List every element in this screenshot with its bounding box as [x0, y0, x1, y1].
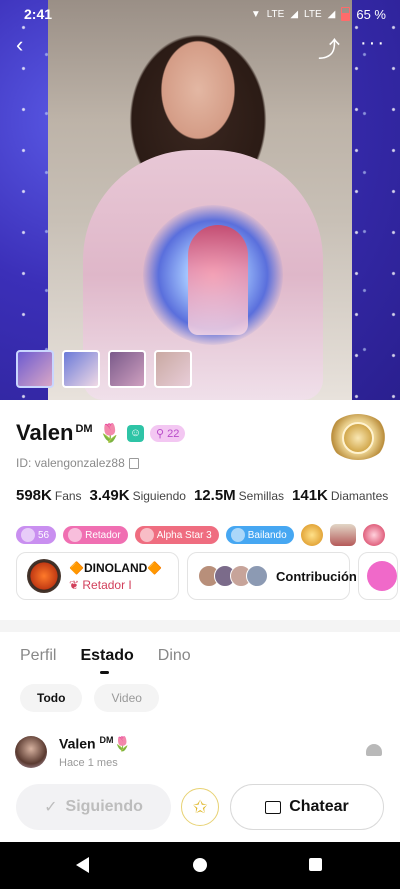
chat-button[interactable]: Chatear	[230, 784, 384, 830]
stat-fans[interactable]: 598K Fans	[16, 487, 82, 505]
contributor-avatars	[198, 565, 268, 587]
gem-icon	[21, 528, 35, 542]
stat-following[interactable]: 3.49K Siguiendo	[90, 487, 186, 505]
heart-icon	[367, 561, 397, 591]
network-label-2: LTE	[304, 8, 322, 20]
post-time: Hace 1 mes	[59, 756, 118, 769]
gold-badge-icon[interactable]	[300, 524, 323, 546]
profile-tabs: Perfil Estado Dino	[20, 647, 191, 674]
contribution-card[interactable]: Contribución	[187, 552, 357, 600]
filter-todo[interactable]: Todo	[20, 684, 83, 712]
star-icon	[139, 528, 154, 542]
name-suffix: DM	[75, 422, 93, 435]
family-rank: ❦ Retador I	[69, 577, 132, 592]
check-icon: ✓	[44, 799, 58, 816]
photo-thumbnail[interactable]	[62, 350, 100, 388]
edit-icon[interactable]: ⤴	[318, 32, 340, 64]
nav-back-icon[interactable]	[76, 857, 89, 873]
family-name: 🔶DINOLAND🔶	[69, 560, 163, 575]
post-author: Valen DM🌷	[59, 735, 131, 752]
star-icon[interactable]: ✩	[181, 788, 219, 826]
chat-icon	[265, 800, 282, 814]
following-button[interactable]: ✓ Siguiendo	[16, 784, 171, 830]
back-icon[interactable]: ‹	[16, 32, 23, 58]
filter-video[interactable]: Video	[94, 684, 159, 712]
verified-badge-icon: ☺	[127, 424, 145, 442]
tulip-icon: 🌷	[113, 735, 131, 752]
action-bar: ✓ Siguiendo ✩ Chatear	[0, 772, 400, 842]
rank-medal-icon[interactable]	[328, 414, 388, 460]
battery-icon	[341, 7, 351, 21]
avatar[interactable]	[15, 735, 47, 768]
tab-perfil[interactable]: Perfil	[20, 647, 56, 665]
rank-icon: ❦	[69, 577, 83, 592]
photo-thumbnail[interactable]	[16, 350, 54, 388]
extra-card[interactable]	[358, 552, 398, 600]
wifi-icon: ▼	[250, 8, 261, 20]
status-bar: 2:41 ▼ LTE ◢ LTE ◢ 65 %	[0, 0, 400, 28]
profile-name: Valen DM	[16, 420, 93, 445]
heart-badge-icon[interactable]	[362, 524, 385, 546]
dance-icon	[230, 528, 245, 542]
badge-row: 56 Retador Alpha Star 3 Bailando	[16, 524, 385, 546]
network-label: LTE	[266, 8, 285, 20]
photo-thumbnail[interactable]	[154, 350, 192, 388]
tab-dino[interactable]: Dino	[158, 647, 191, 665]
retador-badge[interactable]: Retador	[63, 526, 128, 544]
status-time: 2:41	[24, 6, 53, 22]
battery-percent: 65 %	[356, 6, 386, 22]
stat-diamonds[interactable]: 141K Diamantes	[292, 487, 388, 505]
signal-icon-2: ◢	[327, 8, 336, 20]
signal-icon: ◢	[290, 8, 299, 20]
post-item[interactable]: Valen DM🌷 Hace 1 mes	[15, 735, 131, 769]
name-row: Valen DM 🌷 ☺ ⚲ 22	[16, 420, 186, 446]
photo-thumbnails	[16, 350, 192, 388]
more-options-icon[interactable]: ···	[360, 32, 386, 55]
tulip-icon: 🌷	[98, 422, 122, 443]
nav-home-icon[interactable]	[193, 858, 207, 872]
stats-row: 598K Fans 3.49K Siguiendo 12.5M Semillas 14…	[16, 487, 388, 505]
tab-estado[interactable]: Estado	[80, 647, 134, 674]
user-id: ID: valengonzalez88	[16, 456, 139, 470]
crown-icon	[68, 528, 83, 542]
section-divider	[0, 620, 400, 632]
level-icon: ⚲	[156, 427, 168, 440]
post-options-icon[interactable]	[366, 744, 382, 756]
alpha-star-badge[interactable]: Alpha Star 3	[134, 526, 219, 544]
gem-level-badge[interactable]: 56	[16, 526, 57, 544]
level-badge[interactable]: ⚲ 22	[150, 424, 186, 442]
stat-seeds[interactable]: 12.5M Semillas	[194, 487, 284, 505]
family-emblem-icon	[27, 559, 61, 593]
contribution-label: Contribución	[276, 568, 357, 584]
copy-icon[interactable]	[128, 457, 139, 469]
profile-photo[interactable]	[48, 0, 352, 400]
profile-photo-header[interactable]: 2:41 ▼ LTE ◢ LTE ◢ 65 % ‹ ⤴ ···	[0, 0, 400, 400]
photo-thumbnail[interactable]	[108, 350, 146, 388]
content-filter: Todo Video	[20, 684, 159, 712]
feature-cards: 🔶DINOLAND🔶 ❦ Retador I Contribución	[16, 552, 398, 600]
nav-recent-icon[interactable]	[309, 858, 322, 871]
family-card[interactable]: 🔶DINOLAND🔶 ❦ Retador I	[16, 552, 179, 600]
bailando-badge[interactable]: Bailando	[225, 526, 294, 544]
event-badge-icon[interactable]	[329, 524, 356, 546]
system-nav-bar	[0, 842, 400, 889]
